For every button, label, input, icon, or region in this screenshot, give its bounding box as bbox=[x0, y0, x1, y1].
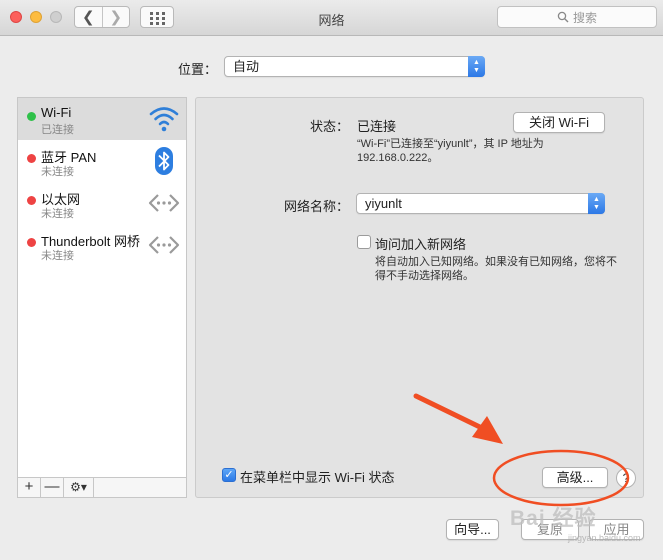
action-menu-button[interactable]: ⚙▾ bbox=[64, 478, 94, 497]
gear-icon: ⚙▾ bbox=[70, 480, 87, 494]
network-name-label: 网络名称： bbox=[284, 199, 350, 214]
service-item-wifi[interactable]: Wi-Fi 已连接 bbox=[18, 98, 186, 140]
search-placeholder: 搜索 bbox=[572, 10, 597, 25]
watermark-url: jingyan.baidu.com bbox=[568, 533, 641, 543]
show-in-menubar-label: 在菜单栏中显示 Wi-Fi 状态 bbox=[240, 470, 395, 485]
ethernet-icon bbox=[148, 236, 180, 254]
service-status: 未连接 bbox=[41, 208, 74, 220]
add-service-button[interactable]: + bbox=[18, 478, 41, 497]
network-name-value: yiyunlt bbox=[365, 196, 402, 211]
status-label: 状态： bbox=[310, 119, 350, 134]
wifi-icon bbox=[149, 107, 179, 132]
advanced-button[interactable]: 高级... bbox=[542, 467, 608, 488]
service-status: 已连接 bbox=[41, 124, 74, 136]
ask-join-label: 询问加入新网络 bbox=[375, 237, 467, 252]
remove-service-button[interactable]: — bbox=[41, 478, 64, 497]
bluetooth-icon bbox=[155, 147, 173, 175]
location-popup[interactable]: 自动 ▲ ▼ bbox=[224, 56, 485, 77]
turn-off-wifi-button[interactable]: 关闭 Wi-Fi bbox=[513, 112, 605, 133]
service-item-ethernet[interactable]: 以太网 未连接 bbox=[18, 182, 186, 224]
service-status: 未连接 bbox=[41, 166, 74, 178]
service-status: 未连接 bbox=[41, 250, 74, 262]
checkmark-icon: ✓ bbox=[224, 469, 234, 481]
status-description-line1: “Wi-Fi”已连接至“yiyunlt”，其 IP 地址为 bbox=[357, 138, 544, 150]
ask-join-description-line2: 得不手动选择网络。 bbox=[375, 270, 474, 282]
status-dot bbox=[27, 154, 36, 163]
service-item-thunderbolt-bridge[interactable]: Thunderbolt 网桥 未连接 bbox=[18, 224, 186, 266]
popup-arrows-icon: ▲ ▼ bbox=[588, 193, 605, 214]
detail-pane: 状态： 已连接 关闭 Wi-Fi “Wi-Fi”已连接至“yiyunlt”，其 … bbox=[195, 97, 644, 498]
location-label: 位置： bbox=[178, 62, 218, 77]
search-field[interactable]: 搜索 bbox=[497, 6, 657, 28]
service-name: Wi-Fi bbox=[41, 105, 72, 120]
show-in-menubar-checkbox[interactable]: ✓ bbox=[222, 468, 236, 482]
service-list: Wi-Fi 已连接 蓝牙 PAN 未连接 以太网 未连接 Thunderbolt… bbox=[17, 97, 187, 478]
popup-arrows-icon: ▲ ▼ bbox=[468, 56, 485, 77]
location-value: 自动 bbox=[233, 59, 260, 74]
ask-join-description-line1: 将自动加入已知网络。如果没有已知网络，您将不 bbox=[375, 256, 617, 268]
title-bar: ❮ ❯ 网络 搜索 bbox=[0, 0, 663, 36]
status-dot bbox=[27, 196, 36, 205]
status-dot bbox=[27, 238, 36, 247]
ethernet-icon bbox=[148, 194, 180, 212]
service-item-bluetooth-pan[interactable]: 蓝牙 PAN 未连接 bbox=[18, 140, 186, 182]
status-description-line2: 192.168.0.222。 bbox=[357, 152, 439, 164]
status-dot bbox=[27, 112, 36, 121]
status-value: 已连接 bbox=[357, 119, 397, 134]
search-icon bbox=[557, 11, 569, 23]
network-name-popup[interactable]: yiyunlt ▲ ▼ bbox=[356, 193, 605, 214]
assist-me-button[interactable]: 向导... bbox=[446, 519, 499, 540]
watermark: Bai 经验 bbox=[510, 507, 597, 530]
help-button[interactable]: ? bbox=[616, 468, 636, 488]
service-list-toolbar: + — ⚙▾ bbox=[17, 478, 187, 498]
ask-join-checkbox[interactable] bbox=[357, 235, 371, 249]
